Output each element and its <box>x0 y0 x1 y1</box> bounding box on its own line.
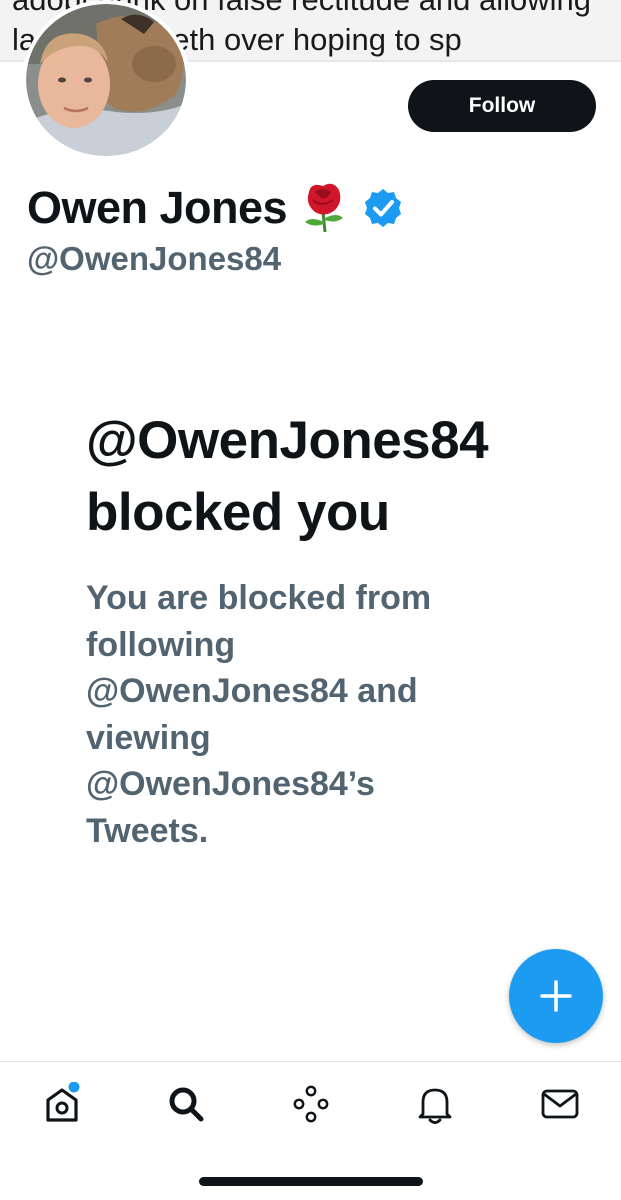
rose-icon <box>301 182 347 234</box>
nav-spaces[interactable] <box>281 1082 341 1126</box>
display-name: Owen Jones <box>27 182 288 233</box>
nav-notifications[interactable] <box>405 1082 465 1126</box>
bell-icon <box>418 1088 452 1124</box>
compose-tweet-button[interactable] <box>509 949 603 1043</box>
home-icon <box>46 1082 80 1122</box>
profile-handle: @OwenJones84 <box>27 240 282 277</box>
avatar[interactable] <box>22 0 190 160</box>
search-icon <box>169 1087 204 1122</box>
nav-search[interactable] <box>156 1082 216 1126</box>
avatar-photo <box>26 4 186 156</box>
verified-badge-icon <box>363 188 403 228</box>
mail-icon <box>541 1089 579 1119</box>
notification-dot <box>68 1082 80 1093</box>
profile-page: adopt drink on false rectitude and allow… <box>0 0 621 1200</box>
follow-button[interactable]: Follow <box>408 80 596 132</box>
blocked-description: You are blocked from following @OwenJone… <box>86 579 432 850</box>
profile-name-row: Owen Jones <box>27 178 403 238</box>
nav-home[interactable] <box>32 1082 92 1126</box>
blocked-title: @OwenJones84 blocked you <box>86 411 489 542</box>
nav-messages[interactable] <box>530 1082 590 1126</box>
home-indicator[interactable] <box>199 1177 423 1186</box>
spaces-icon <box>293 1085 329 1123</box>
plus-icon <box>540 980 572 1012</box>
